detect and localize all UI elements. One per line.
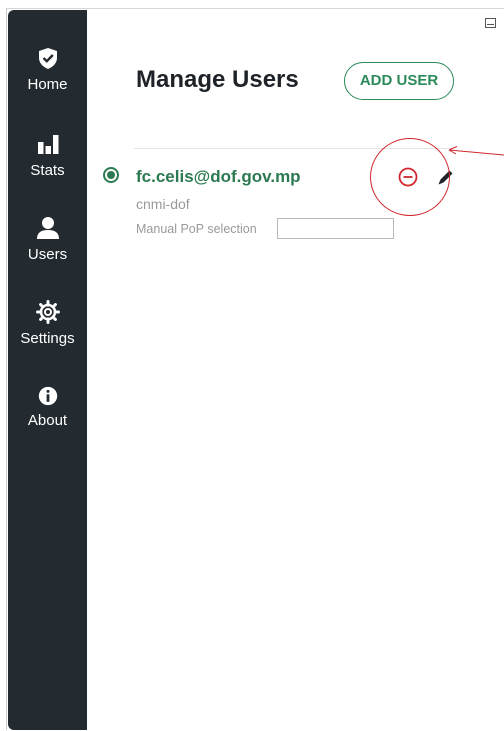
annotation-arrow xyxy=(448,146,504,156)
sidebar-item-settings[interactable]: Settings xyxy=(8,300,87,347)
user-icon xyxy=(36,217,59,239)
sidebar-item-users[interactable]: Users xyxy=(8,216,87,263)
pop-selection-label: Manual PoP selection xyxy=(136,222,257,236)
user-email: fc.celis@dof.gov.mp xyxy=(136,167,301,186)
sidebar: Home Stats Users Settings About xyxy=(8,10,87,730)
minimize-icon[interactable] xyxy=(485,18,496,28)
sidebar-item-label: Users xyxy=(27,246,68,263)
page-title: Manage Users xyxy=(136,66,299,93)
sidebar-item-label: About xyxy=(27,412,68,429)
user-select-radio[interactable] xyxy=(103,167,119,183)
info-icon xyxy=(38,386,57,406)
sidebar-item-label: Settings xyxy=(20,330,75,347)
sidebar-item-label: Home xyxy=(27,76,68,93)
gear-icon xyxy=(35,300,60,324)
add-user-button[interactable]: ADD USER xyxy=(344,62,454,100)
annotation-highlight-circle xyxy=(370,138,450,216)
pop-selection-input[interactable] xyxy=(277,218,394,239)
sidebar-item-about[interactable]: About xyxy=(8,386,87,429)
sidebar-item-label: Stats xyxy=(30,162,65,179)
shield-check-icon xyxy=(38,48,57,69)
bar-chart-icon xyxy=(37,135,58,154)
sidebar-item-home[interactable]: Home xyxy=(8,46,87,93)
user-org: cnmi-dof xyxy=(136,196,190,212)
sidebar-item-stats[interactable]: Stats xyxy=(8,132,87,179)
